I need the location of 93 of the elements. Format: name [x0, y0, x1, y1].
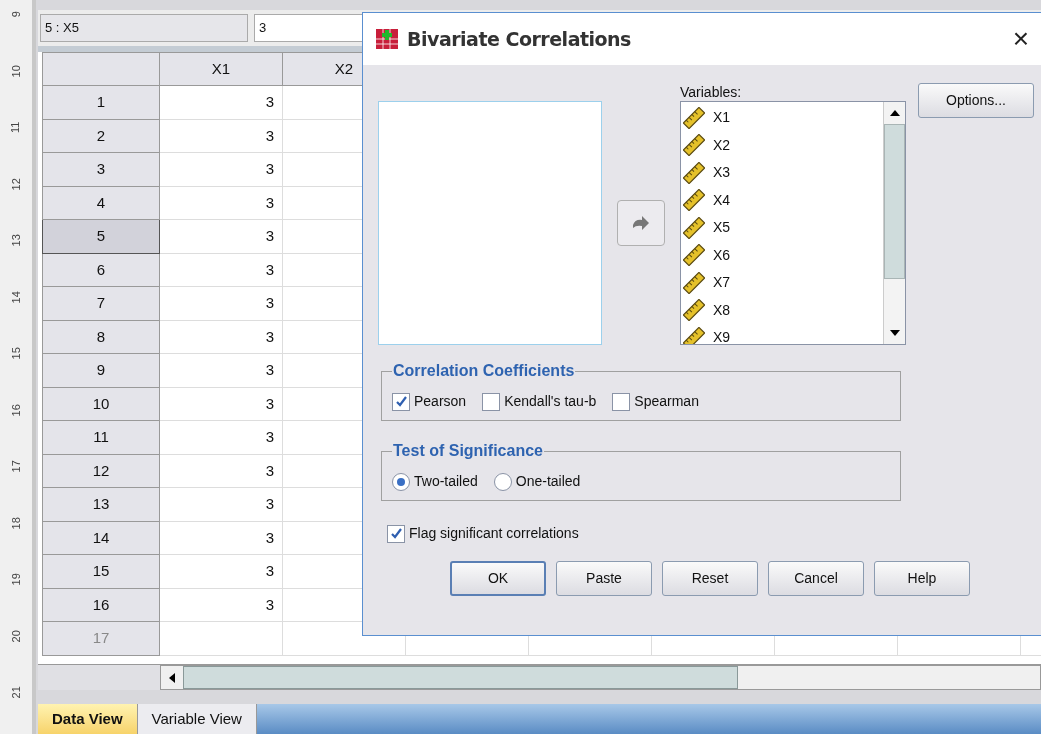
- row-header[interactable]: 5: [42, 220, 160, 254]
- scrollbar-thumb[interactable]: [183, 666, 738, 689]
- close-button[interactable]: ×: [1012, 25, 1029, 53]
- scroll-up-icon: [889, 110, 900, 116]
- row-header[interactable]: 13: [42, 488, 160, 522]
- dialog-button[interactable]: Reset: [662, 561, 758, 596]
- row-header[interactable]: 16: [42, 588, 160, 622]
- ruler-number: 19: [8, 573, 23, 586]
- data-cell: 3: [160, 86, 283, 120]
- data-cell: 3: [160, 588, 283, 622]
- data-cell: 3: [160, 488, 283, 522]
- radio-label[interactable]: One-tailed: [515, 471, 581, 492]
- row-header[interactable]: 1: [42, 86, 160, 120]
- data-cell: 3: [160, 287, 283, 321]
- variable-item[interactable]: X3: [713, 162, 731, 184]
- row-header[interactable]: 4: [42, 186, 160, 220]
- options-button[interactable]: Options...: [918, 83, 1034, 118]
- row-header[interactable]: 10: [42, 387, 160, 421]
- ruler-number: 17: [8, 460, 23, 473]
- table-plus-icon: [375, 27, 399, 51]
- row-header[interactable]: 9: [42, 354, 160, 388]
- dialog-button[interactable]: Help: [874, 561, 970, 596]
- row-header[interactable]: 3: [42, 153, 160, 187]
- data-cell: 3: [160, 354, 283, 388]
- checkbox[interactable]: [392, 392, 410, 411]
- data-cell: 3: [160, 555, 283, 589]
- scroll-down-icon: [889, 330, 900, 336]
- checkbox-label[interactable]: Kendall's tau-b: [504, 391, 597, 412]
- ruler-number: 11: [8, 121, 23, 133]
- row-header[interactable]: 7: [42, 287, 160, 321]
- view-tab[interactable]: Variable View: [137, 704, 257, 734]
- row-header[interactable]: 12: [42, 454, 160, 488]
- group-title: Correlation Coefficients: [392, 361, 576, 381]
- data-cell: 3: [160, 253, 283, 287]
- row-header[interactable]: 8: [42, 320, 160, 354]
- variables-label: Variables:: [680, 83, 743, 101]
- variable-item[interactable]: X1: [713, 107, 731, 129]
- scrollbar-thumb[interactable]: [884, 124, 905, 279]
- variable-item[interactable]: X7: [713, 272, 731, 294]
- data-cell: 3: [160, 320, 283, 354]
- dialog-title: Bivariate Correlations: [407, 26, 631, 52]
- variable-item[interactable]: X4: [713, 189, 731, 211]
- row-header[interactable]: 6: [42, 253, 160, 287]
- scroll-left-icon: [169, 672, 175, 683]
- cell-reference-field: 5 : X5: [40, 14, 248, 42]
- variables-list[interactable]: X1 X2 X3 X4 X5 X6 X7 X8 X9: [680, 101, 906, 345]
- view-tab[interactable]: Data View: [38, 704, 138, 734]
- ruler-number: 9: [8, 11, 23, 18]
- arrow-right-icon: [632, 215, 650, 231]
- radio-label[interactable]: Two-tailed: [414, 471, 478, 492]
- checkbox[interactable]: [387, 524, 405, 543]
- ruler-number: 16: [8, 403, 23, 416]
- ruler-number: 20: [8, 629, 23, 642]
- variable-item[interactable]: X2: [713, 134, 731, 156]
- ruler-number: 21: [8, 686, 23, 699]
- vertical-scrollbar[interactable]: [883, 102, 905, 344]
- checkbox[interactable]: [612, 392, 631, 411]
- dialog-button[interactable]: Paste: [556, 561, 652, 596]
- ruler-number: 12: [8, 177, 23, 190]
- ruler-icon: [683, 326, 705, 344]
- data-cell: 3: [160, 186, 283, 220]
- dialog-button[interactable]: Cancel: [768, 561, 864, 596]
- row-header[interactable]: 14: [42, 521, 160, 555]
- row-header[interactable]: 11: [42, 421, 160, 455]
- ruler-number: 14: [8, 290, 23, 303]
- checkbox-label[interactable]: Spearman: [634, 391, 699, 412]
- variable-item[interactable]: X9: [713, 327, 731, 344]
- data-cell: 3: [160, 220, 283, 254]
- checkbox[interactable]: [482, 392, 501, 411]
- data-cell: 3: [160, 119, 283, 153]
- ruler-number: 15: [8, 347, 23, 360]
- ruler-number: 13: [8, 234, 23, 247]
- ruler-number: 10: [8, 64, 23, 77]
- column-header[interactable]: X1: [160, 52, 283, 86]
- checkbox-label[interactable]: Flag significant correlations: [409, 523, 579, 544]
- variable-item[interactable]: X5: [713, 217, 731, 239]
- move-button[interactable]: [617, 200, 665, 246]
- checkbox-label[interactable]: Pearson: [414, 391, 467, 412]
- dialog-button[interactable]: OK: [450, 561, 546, 596]
- data-cell: 3: [160, 454, 283, 488]
- data-cell: 3: [160, 521, 283, 555]
- radio-button[interactable]: [392, 472, 410, 491]
- ruler-number: 18: [8, 516, 23, 529]
- row-header[interactable]: 15: [42, 555, 160, 589]
- variable-item[interactable]: X6: [713, 244, 731, 266]
- variable-item[interactable]: X8: [713, 299, 731, 321]
- group-title: Test of Significance: [392, 441, 544, 461]
- row-header[interactable]: 2: [42, 119, 160, 153]
- horizontal-scrollbar[interactable]: [160, 665, 1041, 690]
- radio-button[interactable]: [493, 472, 512, 491]
- data-cell: 3: [160, 421, 283, 455]
- data-cell: 3: [160, 387, 283, 421]
- data-cell: 3: [160, 153, 283, 187]
